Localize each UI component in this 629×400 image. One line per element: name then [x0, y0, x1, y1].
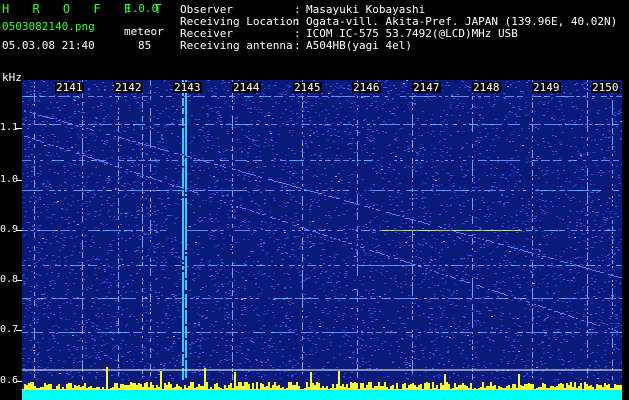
y-tick-mark	[16, 230, 22, 231]
time-label: 2143	[173, 81, 202, 94]
y-tick-mark	[16, 280, 22, 281]
time-label: 2145	[293, 81, 322, 94]
antenna-colon: :	[294, 39, 301, 52]
time-label: 2141	[55, 81, 84, 94]
y-tick-mark	[16, 330, 22, 331]
capture-datetime: 05.03.08 21:40	[2, 39, 95, 52]
time-label: 2147	[412, 81, 441, 94]
time-label: 2142	[114, 81, 143, 94]
time-label: 2144	[232, 81, 261, 94]
meteor-count: 85	[138, 39, 152, 52]
y-tick-mark	[16, 180, 22, 181]
y-tick-mark	[16, 381, 22, 382]
time-label: 2150	[591, 81, 620, 94]
file-name: 0503082140.png	[2, 20, 95, 33]
y-axis-unit: kHz	[2, 71, 22, 84]
spectrogram	[22, 80, 622, 400]
hroffft-window: { "app": { "title": "H R O F F T", "vers…	[0, 0, 629, 400]
time-label: 2148	[472, 81, 501, 94]
time-label: 2149	[532, 81, 561, 94]
app-version: 1.0.0	[125, 2, 159, 15]
time-label: 2146	[352, 81, 381, 94]
antenna-value: A504HB(yagi 4el)	[306, 39, 412, 52]
mode-label: meteor	[124, 25, 164, 38]
antenna-label: Receiving antenna	[180, 39, 293, 52]
spectrogram-canvas	[22, 80, 622, 400]
y-tick-mark	[16, 128, 22, 129]
